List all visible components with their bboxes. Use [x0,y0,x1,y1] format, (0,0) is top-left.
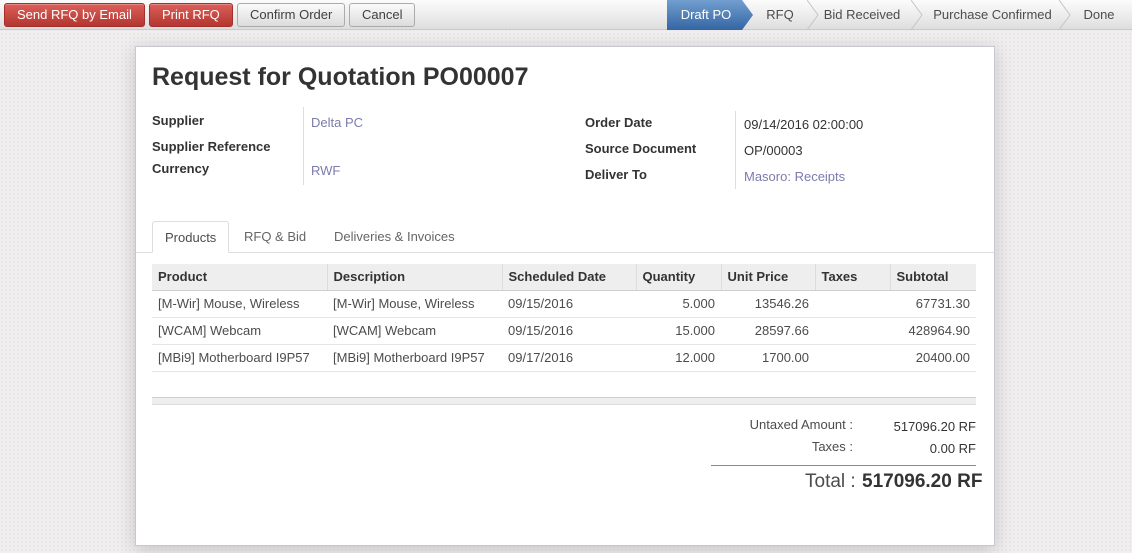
subtotal-cell: 428964.90 [890,317,976,345]
status-step-rfq[interactable]: RFQ [753,0,807,30]
order-date-field[interactable]: 09/14/2016 02:00:00 [744,117,863,132]
form-header-toolbar: Send RFQ by Email Print RFQ Confirm Orde… [0,0,1132,30]
unit-price-cell: 28597.66 [721,317,815,345]
product-cell: [M-Wir] Mouse, Wireless [152,290,327,318]
field-divider [735,111,736,189]
subtotal-cell: 67731.30 [890,290,976,318]
description-cell: [M-Wir] Mouse, Wireless [327,290,502,318]
taxes-label: Taxes : [811,439,853,454]
source-document-field[interactable]: OP/00003 [744,143,803,158]
column-header-quantity[interactable]: Quantity [635,264,721,291]
scheduled-date-cell: 09/17/2016 [502,344,636,372]
description-cell: [MBi9] Motherboard I9P57 [327,344,502,372]
column-header-subtotal[interactable]: Subtotal [889,264,976,291]
totals-divider [711,465,976,466]
table-header-row: Product Description Scheduled Date Quant… [152,264,976,291]
scheduled-date-cell: 09/15/2016 [502,317,636,345]
page-title: Request for Quotation PO00007 [152,63,528,92]
status-step-bid-received[interactable]: Bid Received [819,0,905,30]
tab-products[interactable]: Products [152,221,230,253]
title-number: PO00007 [422,63,529,91]
table-row[interactable]: [WCAM] Webcam [WCAM] Webcam 09/15/2016 1… [152,317,976,345]
table-footer-bar [152,397,976,405]
currency-field[interactable]: RWF [311,163,340,178]
unit-price-cell: 1700.00 [721,344,815,372]
taxes-cell [815,317,890,345]
untaxed-amount-label: Untaxed Amount : [749,417,853,432]
taxes-value: 0.00 RF [929,441,976,456]
description-cell: [WCAM] Webcam [327,317,502,345]
column-header-description[interactable]: Description [326,264,502,291]
total-label: Total : [805,471,856,492]
taxes-cell [815,290,890,318]
taxes-cell [815,344,890,372]
column-header-taxes[interactable]: Taxes [814,264,890,291]
column-header-unit-price[interactable]: Unit Price [720,264,815,291]
product-cell: [WCAM] Webcam [152,317,327,345]
scheduled-date-cell: 09/15/2016 [502,290,636,318]
confirm-order-button[interactable]: Confirm Order [237,3,346,27]
order-date-label: Order Date [585,115,653,130]
currency-label: Currency [152,161,210,176]
table-row[interactable]: [MBi9] Motherboard I9P57 [MBi9] Motherbo… [152,344,976,372]
step-separator-icon [807,0,819,30]
order-lines-table: Product Description Scheduled Date Quant… [152,264,976,372]
total-value: 517096.20 RF [862,471,983,492]
quantity-cell: 12.000 [636,344,721,372]
deliver-to-label: Deliver To [585,167,647,182]
step-separator-icon [1059,0,1071,30]
source-document-label: Source Document [585,141,697,156]
column-header-scheduled-date[interactable]: Scheduled Date [501,264,636,291]
supplier-field[interactable]: Delta PC [311,115,363,130]
supplier-reference-label: Supplier Reference [152,139,271,154]
subtotal-cell: 20400.00 [890,344,976,372]
tab-deliveries-invoices[interactable]: Deliveries & Invoices [322,221,467,253]
deliver-to-field[interactable]: Masoro: Receipts [744,169,845,184]
tab-rfq-bid[interactable]: RFQ & Bid [232,221,318,253]
status-bar: Draft PO RFQ Bid Received Purchase Confi… [667,0,1132,30]
table-row[interactable]: [M-Wir] Mouse, Wireless [M-Wir] Mouse, W… [152,290,976,318]
status-step-done[interactable]: Done [1075,0,1123,30]
title-prefix: Request for Quotation [152,63,416,91]
column-header-product[interactable]: Product [152,264,327,291]
field-divider [303,107,304,185]
supplier-label: Supplier [152,113,205,128]
unit-price-cell: 13546.26 [721,290,815,318]
status-step-purchase-confirmed[interactable]: Purchase Confirmed [923,0,1062,30]
status-step-draft-po[interactable]: Draft PO [667,0,753,30]
send-rfq-by-email-button[interactable]: Send RFQ by Email [4,3,145,27]
cancel-button[interactable]: Cancel [349,3,416,27]
untaxed-amount-value: 517096.20 RF [893,419,976,434]
product-cell: [MBi9] Motherboard I9P57 [152,344,327,372]
form-sheet: Request for Quotation PO00007 Supplier D… [135,46,995,546]
quantity-cell: 15.000 [636,317,721,345]
print-rfq-button[interactable]: Print RFQ [149,3,233,27]
step-separator-icon [911,0,923,30]
quantity-cell: 5.000 [636,290,721,318]
